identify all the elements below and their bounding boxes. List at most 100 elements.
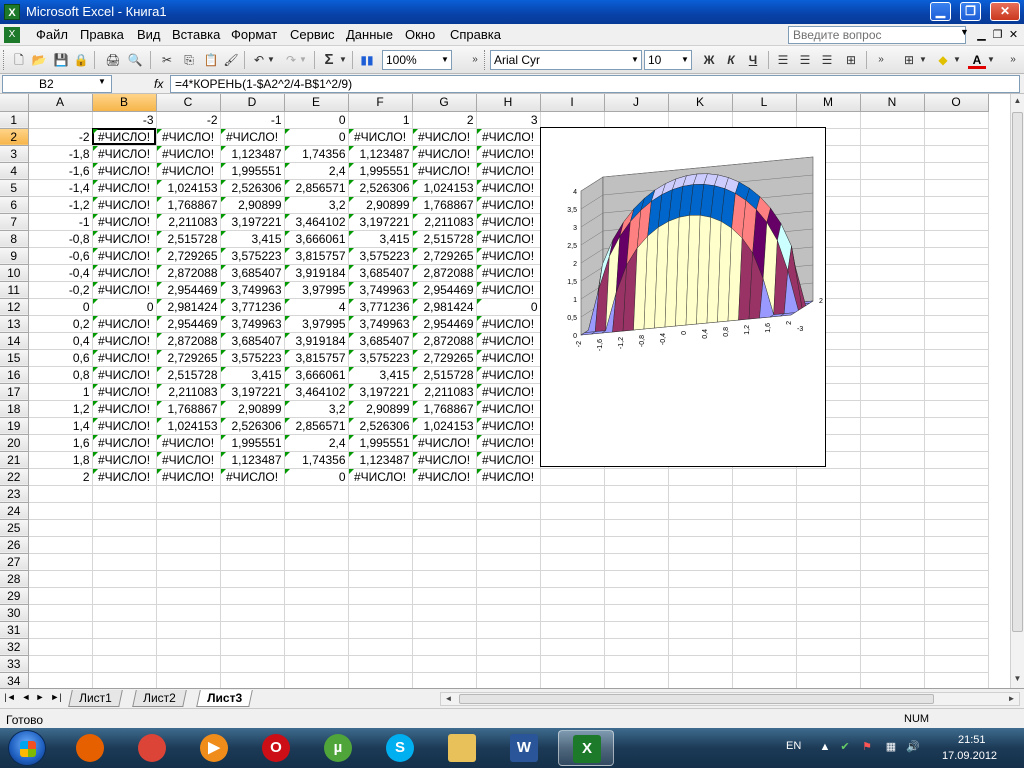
row-header[interactable]: 12: [0, 298, 29, 316]
cell[interactable]: [348, 485, 413, 503]
cell[interactable]: -1,6: [28, 162, 93, 180]
cell[interactable]: [860, 485, 925, 503]
cell[interactable]: [92, 672, 157, 688]
cell[interactable]: [28, 536, 93, 554]
cell[interactable]: #ЧИСЛО!: [220, 468, 285, 486]
cell[interactable]: 3,749963: [348, 315, 413, 333]
cell[interactable]: 2,211083: [156, 213, 221, 231]
cell[interactable]: 3,771236: [348, 298, 413, 316]
cell[interactable]: 2,981424: [156, 298, 221, 316]
scroll-down-icon[interactable]: ▼: [1011, 672, 1024, 686]
format-painter-icon[interactable]: 🖌: [222, 51, 240, 69]
cell[interactable]: [796, 485, 861, 503]
cell[interactable]: #ЧИСЛО!: [156, 451, 221, 469]
cell[interactable]: 2,4: [284, 162, 349, 180]
select-all-corner[interactable]: [0, 94, 29, 112]
cell[interactable]: [860, 434, 925, 452]
cell[interactable]: #ЧИСЛО!: [476, 315, 541, 333]
cell[interactable]: [348, 553, 413, 571]
cell[interactable]: [284, 502, 349, 520]
cell[interactable]: [284, 570, 349, 588]
cell[interactable]: [668, 519, 733, 537]
toolbar-options-icon[interactable]: »: [466, 51, 484, 69]
cell[interactable]: [92, 570, 157, 588]
row-header[interactable]: 20: [0, 434, 29, 452]
cell[interactable]: [924, 264, 989, 282]
cell[interactable]: [924, 485, 989, 503]
cell[interactable]: [92, 587, 157, 605]
cell[interactable]: [924, 298, 989, 316]
row-header[interactable]: 34: [0, 672, 29, 688]
cell[interactable]: -1,8: [28, 145, 93, 163]
cell[interactable]: 2,856571: [284, 417, 349, 435]
cell[interactable]: [348, 621, 413, 639]
cell[interactable]: #ЧИСЛО!: [476, 264, 541, 282]
cell[interactable]: [92, 485, 157, 503]
cell[interactable]: 2,954469: [412, 281, 477, 299]
open-icon[interactable]: 📂: [30, 51, 48, 69]
cell[interactable]: 0: [28, 298, 93, 316]
cell[interactable]: [220, 638, 285, 656]
cell[interactable]: -0,6: [28, 247, 93, 265]
column-header[interactable]: J: [604, 94, 669, 112]
cell[interactable]: [540, 553, 605, 571]
cell[interactable]: [924, 162, 989, 180]
cell[interactable]: [796, 502, 861, 520]
cell[interactable]: #ЧИСЛО!: [476, 196, 541, 214]
cell[interactable]: -1: [28, 213, 93, 231]
taskbar-media-player-button[interactable]: ▶: [186, 730, 242, 766]
cell[interactable]: #ЧИСЛО!: [92, 264, 157, 282]
cell[interactable]: [284, 638, 349, 656]
cell[interactable]: [156, 655, 221, 673]
cell[interactable]: [284, 604, 349, 622]
cell[interactable]: [28, 638, 93, 656]
cell[interactable]: [348, 587, 413, 605]
cell[interactable]: [924, 213, 989, 231]
cell[interactable]: [348, 638, 413, 656]
row-header[interactable]: 13: [0, 315, 29, 333]
cell[interactable]: [284, 553, 349, 571]
cell[interactable]: [412, 553, 477, 571]
cell[interactable]: [284, 587, 349, 605]
cell[interactable]: [28, 502, 93, 520]
cell[interactable]: #ЧИСЛО!: [220, 128, 285, 146]
cell[interactable]: [860, 264, 925, 282]
cell[interactable]: [412, 655, 477, 673]
cell[interactable]: #ЧИСЛО!: [156, 468, 221, 486]
cell[interactable]: [924, 366, 989, 384]
cell[interactable]: 3,575223: [220, 247, 285, 265]
column-header[interactable]: H: [476, 94, 541, 112]
cell[interactable]: 2: [412, 111, 477, 129]
cell[interactable]: [796, 111, 861, 129]
menu-item[interactable]: Данные: [346, 27, 393, 42]
cell[interactable]: [28, 519, 93, 537]
last-sheet-icon[interactable]: ►|: [50, 692, 62, 702]
cell[interactable]: #ЧИСЛО!: [476, 417, 541, 435]
cell[interactable]: #ЧИСЛО!: [476, 179, 541, 197]
cell[interactable]: #ЧИСЛО!: [476, 366, 541, 384]
cell[interactable]: [796, 587, 861, 605]
cell[interactable]: [796, 638, 861, 656]
cell[interactable]: [604, 111, 669, 129]
cell[interactable]: [220, 519, 285, 537]
cell[interactable]: 3,815757: [284, 247, 349, 265]
row-header[interactable]: 28: [0, 570, 29, 588]
row-header[interactable]: 4: [0, 162, 29, 180]
autosum-dropdown-icon[interactable]: ▼: [338, 51, 348, 69]
row-header[interactable]: 26: [0, 536, 29, 554]
cell[interactable]: [540, 519, 605, 537]
cell[interactable]: [796, 553, 861, 571]
cell[interactable]: [348, 519, 413, 537]
cell[interactable]: [412, 502, 477, 520]
name-box-dropdown-icon[interactable]: ▼: [98, 77, 106, 86]
cell[interactable]: [476, 638, 541, 656]
cell[interactable]: -1,4: [28, 179, 93, 197]
cell[interactable]: [668, 672, 733, 688]
cell[interactable]: #ЧИСЛО!: [92, 196, 157, 214]
cell[interactable]: [92, 536, 157, 554]
zoom-dropdown-icon[interactable]: ▼: [438, 51, 452, 69]
cell[interactable]: [540, 570, 605, 588]
fill-color-dropdown-icon[interactable]: ▼: [952, 51, 962, 69]
cell[interactable]: [476, 672, 541, 688]
cell[interactable]: [924, 315, 989, 333]
